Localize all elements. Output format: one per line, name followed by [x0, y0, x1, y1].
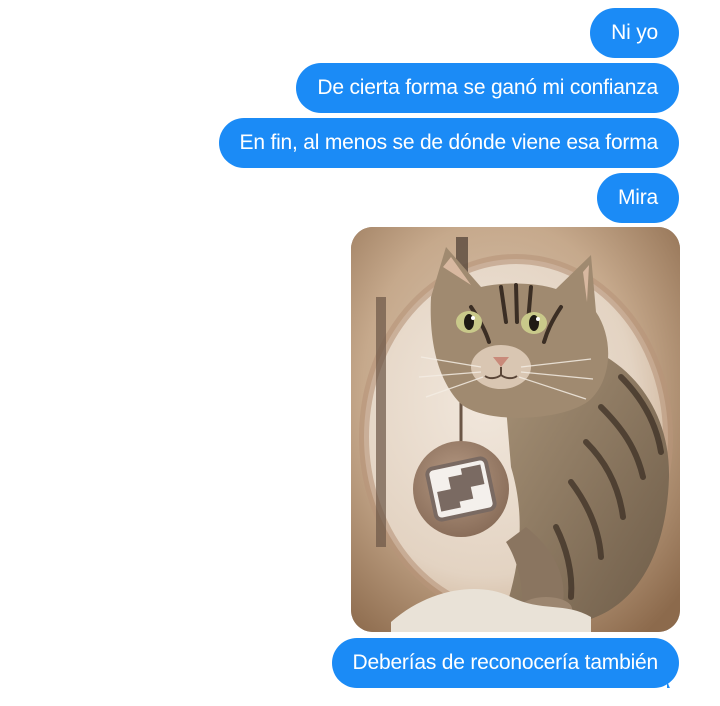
message-text: De cierta forma se ganó mi confianza	[317, 76, 658, 99]
image-placeholder-icon	[425, 456, 497, 522]
message-text: Ni yo	[611, 21, 658, 44]
cat-photo	[351, 227, 680, 632]
message-bubble-confianza[interactable]: De cierta forma se ganó mi confianza	[296, 63, 679, 113]
message-photo[interactable]	[351, 227, 680, 632]
message-bubble-ni-yo[interactable]: Ni yo	[590, 8, 679, 58]
message-text: Mira	[617, 186, 658, 209]
message-text: Deberías de reconocería también	[352, 651, 659, 674]
message-text: En fin, al menos se de dónde viene esa f…	[239, 131, 659, 154]
message-bubble-en-fin[interactable]: En fin, al menos se de dónde viene esa f…	[218, 118, 679, 168]
message-bubble-deberias[interactable]: Deberías de reconocería también	[331, 638, 679, 688]
message-thread: Ni yo De cierta forma se ganó mi confian…	[0, 0, 720, 706]
bubble-tail	[667, 668, 687, 688]
message-bubble-mira[interactable]: Mira	[596, 173, 679, 223]
